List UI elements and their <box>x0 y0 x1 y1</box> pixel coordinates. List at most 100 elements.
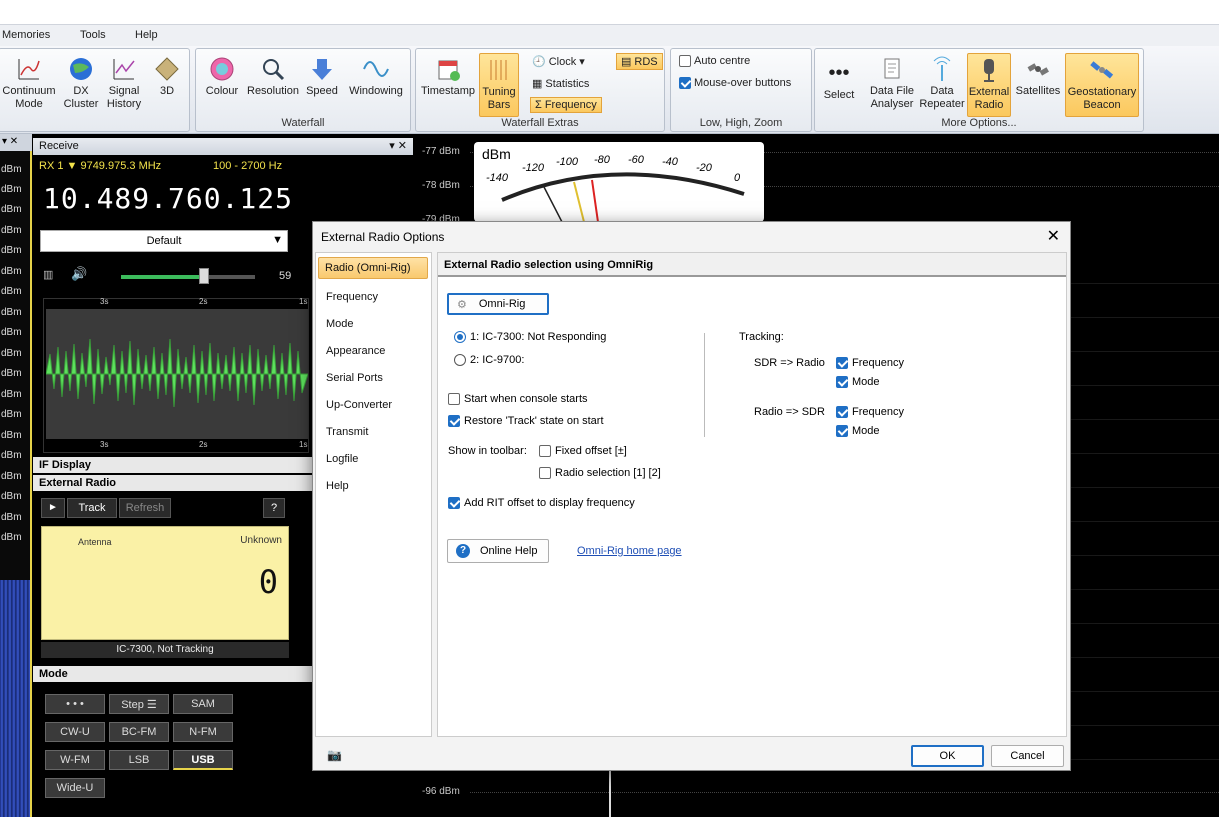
help-button[interactable]: ? <box>263 498 285 518</box>
timestamp-button[interactable]: Timestamp <box>418 55 478 98</box>
frequency-button[interactable]: Σ Frequency <box>530 97 602 113</box>
mode-bcfm-button[interactable]: BC-FM <box>109 722 169 742</box>
fixed-offset-checkbox[interactable]: Fixed offset [±] <box>539 445 627 457</box>
clock-button[interactable]: 🕘 Clock ▾ <box>532 55 585 69</box>
scale-label: 1s <box>299 440 308 449</box>
ribbon-group-more-options: ••• Select Data File Analyser Data Repea… <box>814 48 1144 132</box>
dx-cluster-button[interactable]: DX Cluster <box>59 55 103 111</box>
speed-button[interactable]: Speed <box>302 55 342 98</box>
if-display-header[interactable]: IF Display <box>33 457 313 473</box>
track-button[interactable]: Track <box>67 498 117 518</box>
3d-button[interactable]: 3D <box>149 55 185 98</box>
rx-frequency-label[interactable]: RX 1 ▼ 9749.975.3 MHz <box>39 160 161 172</box>
mode-cwu-button[interactable]: CW-U <box>45 722 105 742</box>
radio-2-option[interactable]: 2: IC-9700: <box>454 354 524 366</box>
add-rit-checkbox[interactable]: Add RIT offset to display frequency <box>448 497 635 509</box>
collapse-icon[interactable]: ▾ ✕ <box>2 136 18 147</box>
left-dbm-label: dBm <box>1 409 22 420</box>
continuum-mode-button[interactable]: Continuum Mode <box>0 55 59 111</box>
left-dbm-label: dBm <box>1 512 22 523</box>
data-repeater-button[interactable]: Data Repeater <box>919 55 965 111</box>
resolution-button[interactable]: Resolution <box>244 55 302 98</box>
audio-waveform: 3s 2s 1s 3s 2s 1s <box>43 297 309 453</box>
camera-icon[interactable]: 📷 <box>327 748 342 762</box>
radio-status-label: IC-7300, Not Tracking <box>41 642 289 658</box>
restore-track-checkbox[interactable]: Restore 'Track' state on start <box>448 415 604 427</box>
sdr-radio-frequency-checkbox[interactable]: Frequency <box>836 357 904 369</box>
nav-up-converter[interactable]: Up-Converter <box>326 399 392 411</box>
sdr-to-radio-label: SDR => Radio <box>754 357 825 369</box>
radio-sdr-frequency-checkbox[interactable]: Frequency <box>836 406 904 418</box>
refresh-button[interactable]: Refresh <box>119 498 171 518</box>
menu-help[interactable]: Help <box>135 29 158 41</box>
start-console-checkbox[interactable]: Start when console starts <box>448 393 588 405</box>
meter-tick: -20 <box>696 162 712 174</box>
3d-icon <box>155 57 179 81</box>
geostationary-beacon-button[interactable]: Geostationary Beacon <box>1065 53 1139 117</box>
colour-button[interactable]: Colour <box>200 55 244 98</box>
external-radio-button[interactable]: External Radio <box>967 53 1011 117</box>
rds-button[interactable]: ▤ RDS <box>616 53 663 70</box>
radio-selection-label: Radio selection [1] [2] <box>555 467 661 479</box>
play-icon[interactable]: ► <box>41 498 65 518</box>
omnirig-home-link[interactable]: Omni-Rig home page <box>577 545 682 557</box>
sdr-radio-mode-checkbox[interactable]: Mode <box>836 376 880 388</box>
arrow-down-icon <box>312 59 332 80</box>
mode-nfm-button[interactable]: N-FM <box>173 722 233 742</box>
spectrum-bars-icon[interactable]: ▥ <box>43 268 53 281</box>
nav-serial-ports[interactable]: Serial Ports <box>326 372 383 384</box>
mode-step-button[interactable]: Step ☰ <box>109 694 169 714</box>
auto-centre-checkbox[interactable]: Auto centre <box>679 55 750 67</box>
menu-bar: Memories Tools Help <box>0 24 1219 46</box>
ok-button[interactable]: OK <box>911 745 984 767</box>
tuning-bars-button[interactable]: Tuning Bars <box>479 53 519 117</box>
nav-logfile[interactable]: Logfile <box>326 453 358 465</box>
left-dbm-label: dBm <box>1 286 22 297</box>
preset-dropdown[interactable]: Default ▼ <box>40 230 288 252</box>
mode-wideu-button[interactable]: Wide-U <box>45 778 105 798</box>
nav-mode[interactable]: Mode <box>326 318 354 330</box>
external-radio-header[interactable]: External Radio <box>33 475 313 491</box>
windowing-button[interactable]: Windowing <box>344 55 408 98</box>
signal-history-button[interactable]: Signal History <box>103 55 145 111</box>
frequency-display[interactable]: 10.489.760.125 <box>43 182 293 215</box>
menu-memories[interactable]: Memories <box>2 29 50 41</box>
omnirig-button[interactable]: ⚙ Omni-Rig <box>447 293 549 315</box>
nav-transmit[interactable]: Transmit <box>326 426 368 438</box>
speaker-icon[interactable]: 🔊 <box>71 266 87 282</box>
nav-frequency[interactable]: Frequency <box>326 291 378 303</box>
online-help-button[interactable]: ? Online Help <box>447 539 549 563</box>
close-icon[interactable]: ✕ <box>1047 226 1060 246</box>
mode-lsb-button[interactable]: LSB <box>109 750 169 770</box>
scale-label: 3s <box>100 297 109 306</box>
panel-pin-close-icon[interactable]: ▾ ✕ <box>389 139 407 152</box>
satellite-icon <box>1027 63 1049 76</box>
nav-radio-omnirig[interactable]: Radio (Omni-Rig) <box>318 257 428 279</box>
signal-meter: dBm -140 -120 -100 -80 -60 -40 -20 0 <box>474 142 764 222</box>
menu-tools[interactable]: Tools <box>80 29 106 41</box>
satellites-button[interactable]: Satellites <box>1013 55 1063 98</box>
radio-selection-checkbox[interactable]: Radio selection [1] [2] <box>539 467 661 479</box>
ribbon-group-zoom: Auto centre Mouse-over buttons Low, High… <box>670 48 812 132</box>
radio-1-option[interactable]: 1: IC-7300: Not Responding <box>454 331 606 343</box>
nav-appearance[interactable]: Appearance <box>326 345 385 357</box>
radio-sdr-mode-checkbox[interactable]: Mode <box>836 425 880 437</box>
volume-thumb[interactable] <box>199 268 210 284</box>
mode-header[interactable]: Mode <box>33 666 313 682</box>
data-file-analyser-button[interactable]: Data File Analyser <box>865 55 919 111</box>
mode-usb-button[interactable]: USB <box>173 750 233 770</box>
nav-help[interactable]: Help <box>326 480 349 492</box>
mode-wfm-button[interactable]: W-FM <box>45 750 105 770</box>
mode-more-button[interactable]: • • • <box>45 694 105 714</box>
left-dbm-label: dBm <box>1 430 22 441</box>
cancel-button[interactable]: Cancel <box>991 745 1064 767</box>
chart-icon <box>18 59 40 80</box>
volume-slider[interactable] <box>121 268 255 284</box>
mouse-over-checkbox[interactable]: Mouse-over buttons <box>679 77 791 89</box>
statistics-button[interactable]: ▦ Statistics <box>532 77 589 91</box>
waveform-graphic <box>46 309 308 439</box>
select-button[interactable]: ••• Select <box>819 59 859 102</box>
mode-sam-button[interactable]: SAM <box>173 694 233 714</box>
rds-label: RDS <box>634 55 658 68</box>
resolution-label: Resolution <box>247 85 299 97</box>
